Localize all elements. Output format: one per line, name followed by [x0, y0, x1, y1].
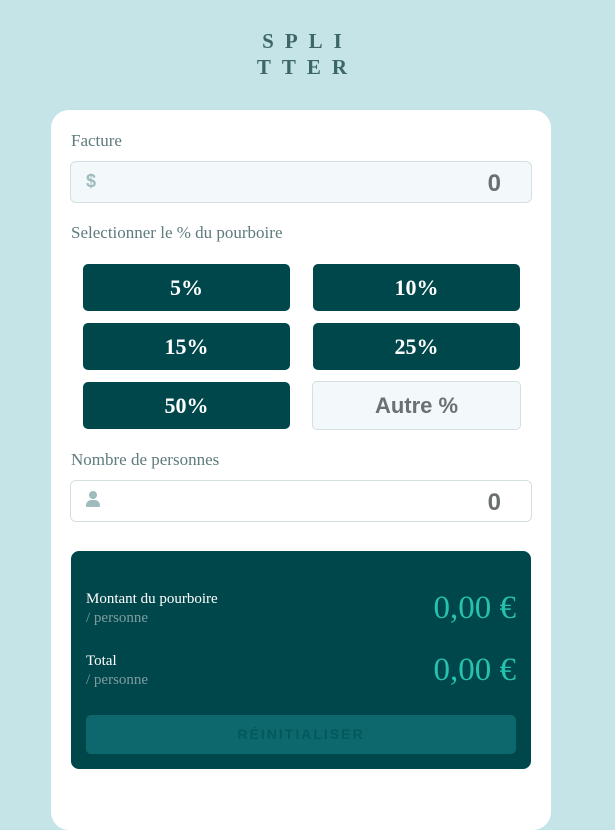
bill-value: 0 [487, 170, 501, 197]
people-input[interactable]: 0 [70, 480, 532, 522]
tip-button-10[interactable]: 10% [313, 264, 520, 311]
people-label: Nombre de personnes [71, 450, 220, 469]
tip-button-15[interactable]: 15% [83, 323, 290, 370]
tip-button-5[interactable]: 5% [83, 264, 290, 311]
dollar-icon: $ [86, 171, 97, 191]
bill-label: Facture [71, 131, 122, 150]
total-value: 0,00 € [433, 652, 517, 688]
app-logo: SPLI TTER [0, 28, 615, 80]
total-sub: / personne [86, 672, 149, 688]
tip-label: Selectionner le % du pourboire [71, 223, 283, 242]
logo-line-2: TTER [256, 55, 359, 79]
logo-line-1: SPLI [262, 29, 353, 53]
reset-button[interactable]: RÉINITIALISER [86, 715, 516, 754]
tip-amount-value: 0,00 € [433, 590, 517, 626]
bill-input[interactable]: $ 0 [70, 161, 532, 203]
calculator-card: Facture $ 0 Selectionner le % du pourboi… [51, 110, 551, 830]
tip-amount-label: Montant du pourboire [86, 591, 218, 607]
tip-button-50[interactable]: 50% [83, 382, 290, 429]
people-value: 0 [487, 489, 501, 516]
tip-amount-sub: / personne [86, 610, 149, 626]
person-icon [86, 491, 100, 509]
total-label: Total [86, 653, 117, 669]
results-panel: Montant du pourboire / personne 0,00 € T… [71, 551, 531, 769]
custom-tip-input[interactable]: Autre % [312, 381, 521, 430]
tip-button-25[interactable]: 25% [313, 323, 520, 370]
